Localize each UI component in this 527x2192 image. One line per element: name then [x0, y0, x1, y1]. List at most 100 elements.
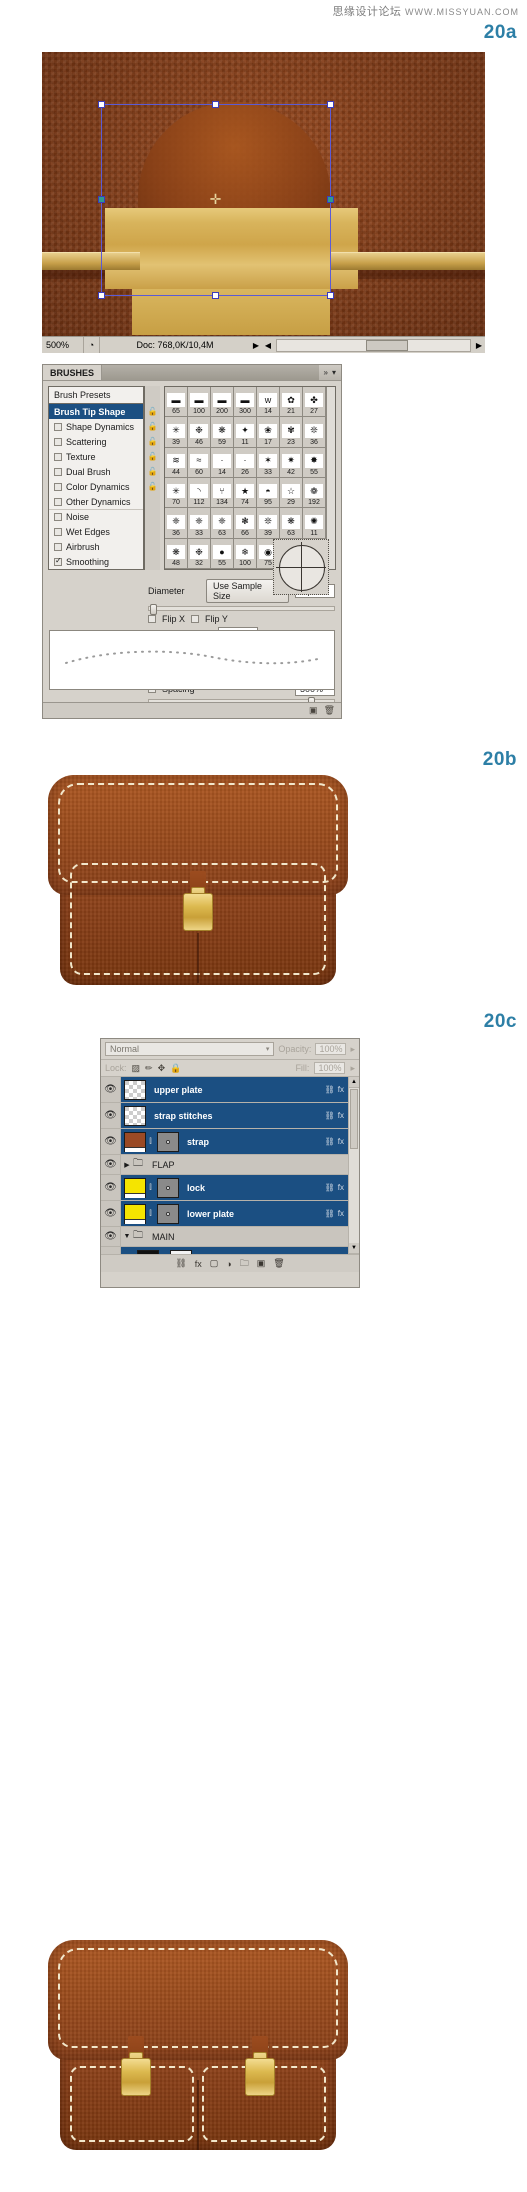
brush-cell[interactable]: · 14 — [211, 447, 234, 478]
brush-cell[interactable]: ✳ 70 — [165, 477, 188, 509]
brush-cell[interactable]: ✸ 55 — [303, 447, 326, 478]
brush-cell[interactable]: ❋ 59 — [211, 417, 234, 448]
eye-icon[interactable]: 👁 — [101, 1227, 121, 1246]
checkbox-flip-x[interactable] — [148, 615, 156, 623]
brush-angle-dial[interactable] — [273, 539, 329, 595]
layer-name[interactable]: pockets — [192, 1255, 338, 1256]
scroll-right-arrow-icon[interactable]: ▶ — [473, 341, 485, 350]
expand-triangle-icon[interactable]: ▶ — [121, 1161, 133, 1169]
lock-icon[interactable]: 🔓 — [145, 404, 160, 419]
scroll-left-arrow-icon[interactable]: ◀ — [262, 341, 274, 350]
brush-cell[interactable]: ❈ 33 — [188, 508, 211, 539]
layer-row-lock[interactable]: 👁 ▲ ⫿ lock ⛓ fx ▾ — [101, 1175, 359, 1201]
layer-thumbnail[interactable]: ▲ — [124, 1177, 146, 1198]
brush-cell[interactable]: ❊ 36 — [303, 417, 326, 448]
brush-cell[interactable]: ≋ 44 — [165, 447, 188, 478]
horizontal-scrollbar[interactable] — [276, 338, 471, 352]
brushes-panel[interactable]: BRUSHES » ▾ Brush Presets Brush Tip Shap… — [42, 364, 342, 719]
eye-icon[interactable]: 👁 — [101, 1103, 121, 1128]
add-layer-mask-icon[interactable]: ▢ — [210, 1258, 219, 1269]
layer-row-lower-plate[interactable]: 👁 ▲ ⫿ lower plate ⛓ fx ▾ — [101, 1201, 359, 1227]
layer-name[interactable]: upper plate — [146, 1085, 325, 1095]
eye-icon[interactable]: 👁 — [101, 1129, 121, 1154]
link-icon[interactable]: ⛓ — [325, 1209, 338, 1218]
brush-cell[interactable]: ✿ 21 — [280, 387, 303, 418]
layer-mask-thumbnail[interactable] — [157, 1131, 179, 1152]
fx-icon[interactable]: fx — [338, 1183, 347, 1192]
checkbox-color-dynamics[interactable] — [54, 482, 62, 491]
layer-style-fx-icon[interactable]: fx — [195, 1259, 202, 1269]
option-texture[interactable]: Texture — [49, 449, 143, 464]
brush-cell[interactable]: ▬ 200 — [211, 387, 234, 418]
brush-cell[interactable]: ✦ 11 — [234, 417, 257, 448]
collapse-triangle-icon[interactable]: ▼ — [121, 1233, 133, 1240]
zoom-level-field[interactable]: 500% — [42, 337, 84, 353]
delete-layer-icon[interactable]: 🗑 — [273, 1258, 284, 1269]
brush-cell[interactable]: ◓ 95 — [257, 477, 280, 509]
lock-icon[interactable]: 🔓 — [145, 419, 160, 434]
checkbox-shape-dynamics[interactable] — [54, 422, 62, 431]
option-scattering[interactable]: Scattering — [49, 434, 143, 449]
checkbox-other-dynamics[interactable] — [54, 497, 62, 506]
group-name[interactable]: MAIN — [146, 1232, 359, 1242]
scroll-up-arrow-icon[interactable]: ▲ — [349, 1077, 359, 1088]
link-layers-icon[interactable]: ⛓ — [175, 1258, 186, 1269]
lock-icon[interactable]: 🔓 — [145, 449, 160, 464]
free-transform-bounding-box[interactable]: ✛ — [98, 101, 334, 299]
brush-cell[interactable]: ✺ 11 — [303, 508, 326, 539]
link-icon[interactable]: ⛓ — [325, 1183, 338, 1192]
opacity-field[interactable]: 100% — [315, 1043, 347, 1055]
layer-group-flap[interactable]: 👁 ▶ 🗀 FLAP — [101, 1155, 359, 1175]
layer-mask-thumbnail[interactable] — [157, 1177, 179, 1198]
lock-transparency-icon[interactable]: ▨ — [132, 1063, 141, 1074]
option-airbrush[interactable]: Airbrush — [49, 539, 143, 554]
brush-options-list[interactable]: Brush Presets Brush Tip Shape Shape Dyna… — [48, 386, 144, 570]
fill-field[interactable]: 100% — [314, 1062, 346, 1074]
layer-thumbnail[interactable] — [124, 1079, 146, 1100]
brush-cell[interactable]: ▬ 65 — [165, 387, 188, 418]
layer-thumbnail[interactable]: ▲ — [124, 1131, 146, 1152]
slider-knob[interactable] — [150, 604, 157, 615]
layer-name[interactable]: strap — [179, 1137, 325, 1147]
mask-link-icon[interactable]: ⫿ — [146, 1138, 155, 1146]
panel-menu-icon[interactable]: ▾ — [332, 368, 336, 377]
option-smoothing[interactable]: Smoothing — [49, 554, 143, 569]
transform-handle-top-left[interactable] — [98, 101, 105, 108]
brush-cell[interactable]: ✾ 23 — [280, 417, 303, 448]
transform-handle-middle-left[interactable] — [98, 196, 105, 203]
photoshop-canvas[interactable]: ✛ — [42, 52, 485, 336]
group-name[interactable]: FLAP — [146, 1160, 359, 1170]
brush-cell[interactable]: ❊ 39 — [257, 508, 280, 539]
opacity-stepper-icon[interactable]: ▸ — [350, 1044, 355, 1055]
transform-handle-middle-right[interactable] — [327, 196, 334, 203]
option-color-dynamics[interactable]: Color Dynamics — [49, 479, 143, 494]
option-dual-brush[interactable]: Dual Brush — [49, 464, 143, 479]
fill-stepper-icon[interactable]: ▸ — [350, 1063, 355, 1074]
lock-position-move-icon[interactable]: ✥ — [158, 1063, 166, 1074]
option-brush-tip-shape[interactable]: Brush Tip Shape — [49, 404, 143, 419]
eye-icon[interactable]: 👁 — [101, 1155, 121, 1174]
tab-brushes[interactable]: BRUSHES — [43, 365, 103, 380]
scrollbar-thumb[interactable] — [365, 339, 409, 351]
fx-icon[interactable]: fx — [338, 1209, 347, 1218]
brush-cell[interactable]: ▬ 300 — [234, 387, 257, 418]
layer-thumbnail[interactable]: ▲ — [124, 1203, 146, 1224]
new-brush-icon[interactable]: ▣ — [309, 705, 318, 716]
new-layer-icon[interactable]: ▣ — [257, 1258, 266, 1269]
brush-cell[interactable]: ❋ 48 — [165, 538, 188, 569]
lock-image-brush-icon[interactable]: ✏ — [145, 1063, 153, 1074]
lock-all-padlock-icon[interactable]: 🔒 — [170, 1063, 181, 1074]
brush-cell[interactable]: ❄ 100 — [234, 538, 257, 569]
layers-list[interactable]: 👁 upper plate ⛓ fx ▾ 👁 strap stitches ⛓ … — [101, 1077, 359, 1255]
transform-handle-bottom-middle[interactable] — [212, 292, 219, 299]
brush-cell[interactable]: ✶ 33 — [257, 447, 280, 478]
checkbox-scattering[interactable] — [54, 437, 62, 446]
layer-row-pockets[interactable]: 👁 ⫿ pockets fx ▾ — [101, 1247, 359, 1256]
brush-cell[interactable]: ★ 74 — [234, 477, 257, 509]
option-protect-texture[interactable]: Protect Texture — [49, 569, 143, 570]
checkbox-dual-brush[interactable] — [54, 467, 62, 476]
collapse-icon[interactable]: » — [324, 368, 328, 377]
chevron-down-icon[interactable]: ▾ — [266, 1045, 270, 1053]
link-icon[interactable]: ⛓ — [325, 1085, 338, 1094]
brush-cell[interactable]: ⑂ 134 — [211, 477, 234, 509]
